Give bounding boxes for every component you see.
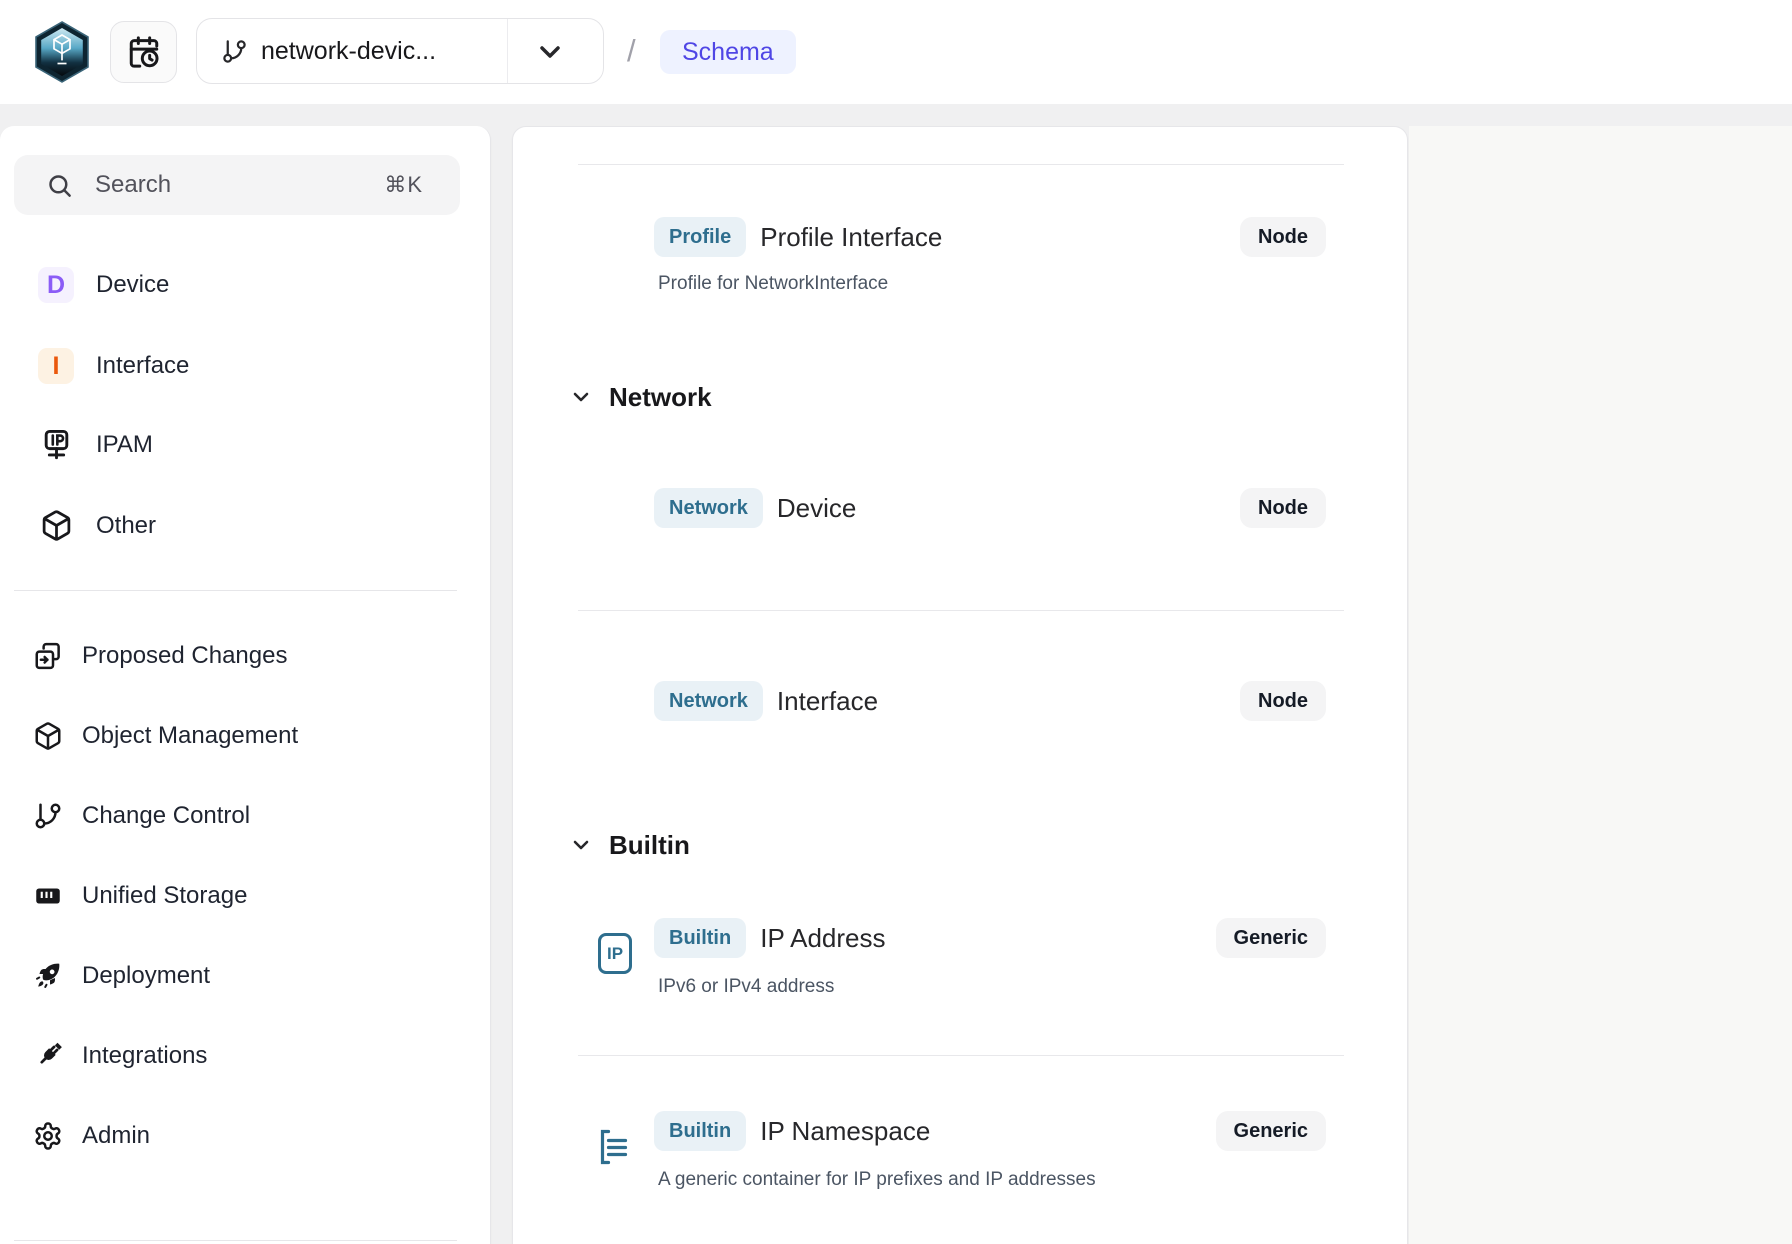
ip-sign-icon xyxy=(40,428,73,461)
sidebar-item-label: Object Management xyxy=(82,722,298,750)
sidebar-item-label: Unified Storage xyxy=(82,882,247,910)
section-header-network[interactable]: Network xyxy=(569,377,712,417)
schema-row-title: Interface xyxy=(777,686,878,717)
chevron-down-icon xyxy=(534,36,566,68)
schema-row-description: IPv6 or IPv4 address xyxy=(658,976,834,998)
schema-row-ip-namespace[interactable]: Builtin IP Namespace xyxy=(654,1111,930,1151)
interface-initial-icon: I xyxy=(38,348,74,384)
plug-icon xyxy=(33,1041,63,1071)
section-label: Network xyxy=(609,382,712,413)
section-label: Builtin xyxy=(609,830,690,861)
schema-row-description: Profile for NetworkInterface xyxy=(658,273,888,295)
ip-namespace-icon xyxy=(598,1127,632,1167)
schema-row-title: IP Namespace xyxy=(760,1116,930,1147)
sidebar-item-label: Deployment xyxy=(82,962,210,990)
branch-selector-label: network-devic... xyxy=(261,37,436,66)
ip-address-icon: IP xyxy=(598,933,632,974)
git-branch-icon xyxy=(33,801,63,831)
chevron-down-icon xyxy=(569,833,593,857)
git-branch-icon xyxy=(221,38,248,65)
breadcrumb-separator: / xyxy=(627,33,636,69)
sidebar-item-other[interactable]: Other xyxy=(0,498,491,554)
sidebar-divider xyxy=(14,590,457,591)
app-logo[interactable] xyxy=(34,21,90,83)
sidebar-item-integrations[interactable]: Integrations xyxy=(0,1032,491,1080)
proposed-changes-icon xyxy=(33,641,63,671)
chevron-down-icon xyxy=(569,385,593,409)
schema-row-profile-interface[interactable]: Profile Profile Interface xyxy=(654,217,942,257)
rocket-icon xyxy=(33,961,63,991)
sidebar-item-change-control[interactable]: Change Control xyxy=(0,792,491,840)
schema-row-title: IP Address xyxy=(760,923,885,954)
infrahub-logo-icon xyxy=(34,21,90,83)
top-header: network-devic... / Schema xyxy=(0,0,1792,104)
sidebar-item-label: IPAM xyxy=(96,431,153,459)
schema-row-title: Profile Interface xyxy=(760,222,942,253)
kind-badge: Node xyxy=(1240,217,1326,257)
sidebar-item-label: Integrations xyxy=(82,1042,207,1070)
list-divider xyxy=(578,1055,1344,1056)
cube-icon xyxy=(40,509,73,542)
kind-badge: Node xyxy=(1240,488,1326,528)
branch-selector[interactable]: network-devic... xyxy=(196,18,604,84)
search-icon xyxy=(46,172,73,199)
cube-icon xyxy=(33,721,63,751)
namespace-badge: Builtin xyxy=(654,1111,746,1151)
sidebar-item-admin[interactable]: Admin xyxy=(0,1112,491,1160)
storage-rack-icon xyxy=(33,881,63,911)
namespace-badge: Builtin xyxy=(654,918,746,958)
sidebar-bottom-divider xyxy=(14,1240,457,1241)
schema-row-description: A generic container for IP prefixes and … xyxy=(658,1169,1096,1191)
list-divider xyxy=(578,610,1344,611)
sidebar: Search ⌘K D Device I Interface IPAM xyxy=(0,126,491,1244)
namespace-badge: Network xyxy=(654,681,763,721)
schema-row-network-device[interactable]: Network Device xyxy=(654,488,856,528)
sidebar-item-label: Interface xyxy=(96,352,189,380)
kind-badge: Node xyxy=(1240,681,1326,721)
sidebar-item-interface[interactable]: I Interface xyxy=(0,338,491,394)
search-input[interactable]: Search ⌘K xyxy=(14,155,460,215)
kind-badge: Generic xyxy=(1216,918,1326,958)
namespace-badge: Profile xyxy=(654,217,746,257)
search-placeholder: Search xyxy=(95,171,171,199)
schema-row-ip-address[interactable]: Builtin IP Address xyxy=(654,918,885,958)
schema-row-title: Device xyxy=(777,493,856,524)
time-travel-button[interactable] xyxy=(110,21,177,83)
sidebar-item-label: Admin xyxy=(82,1122,150,1150)
device-initial-icon: D xyxy=(38,267,74,303)
sidebar-item-device[interactable]: D Device xyxy=(0,257,491,313)
sidebar-item-unified-storage[interactable]: Unified Storage xyxy=(0,872,491,920)
sidebar-item-deployment[interactable]: Deployment xyxy=(0,952,491,1000)
search-shortcut: ⌘K xyxy=(384,172,423,198)
list-divider xyxy=(578,164,1344,165)
sidebar-item-label: Change Control xyxy=(82,802,250,830)
breadcrumb-schema-link[interactable]: Schema xyxy=(660,30,796,74)
sidebar-item-label: Device xyxy=(96,271,169,299)
kind-badge: Generic xyxy=(1216,1111,1326,1151)
sidebar-item-proposed-changes[interactable]: Proposed Changes xyxy=(0,632,491,680)
branch-selector-divider xyxy=(507,19,508,83)
schema-row-network-interface[interactable]: Network Interface xyxy=(654,681,878,721)
sidebar-item-label: Proposed Changes xyxy=(82,642,287,670)
sidebar-item-ipam[interactable]: IPAM xyxy=(0,417,491,473)
app-root: network-devic... / Schema Search ⌘K D De… xyxy=(0,0,1792,1244)
sidebar-item-label: Other xyxy=(96,512,156,540)
namespace-badge: Network xyxy=(654,488,763,528)
gear-icon xyxy=(33,1121,63,1151)
sidebar-item-object-management[interactable]: Object Management xyxy=(0,712,491,760)
calendar-clock-icon xyxy=(127,35,161,69)
schema-list-panel: Profile Profile Interface Node Profile f… xyxy=(512,126,1408,1244)
section-header-builtin[interactable]: Builtin xyxy=(569,825,690,865)
detail-pane-empty xyxy=(1409,126,1792,1244)
